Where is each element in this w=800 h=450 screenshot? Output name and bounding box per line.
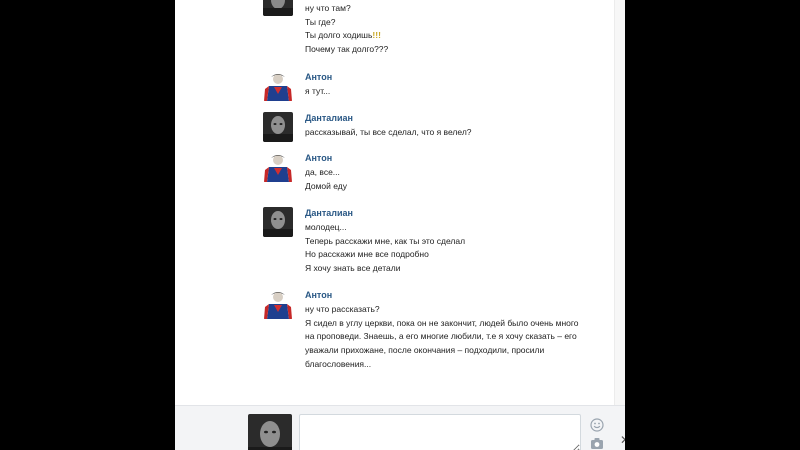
message-line: Ты долго ходишь!!! (305, 29, 603, 43)
dialog-window: ну что там? Ты где? Ты долго ходишь!!! П… (175, 0, 625, 450)
message-author[interactable]: Антон (305, 289, 603, 301)
message-group: Антон да, все... Домой еду (263, 152, 603, 193)
message-line: да, все... (305, 167, 340, 177)
message-group: Антон я тут... (263, 71, 603, 99)
exclamation-text: !!! (372, 30, 381, 41)
smile-icon[interactable] (590, 418, 604, 432)
current-user-avatar[interactable] (248, 414, 292, 450)
camera-icon[interactable] (590, 437, 604, 450)
close-icon[interactable]: ✕ (620, 433, 625, 447)
message-composer (175, 405, 625, 450)
message-line: ну что там? (305, 3, 351, 13)
message-author[interactable]: Антон (305, 152, 603, 164)
message-line: уважали прихожане, после окончания – под… (305, 345, 545, 356)
message-group: Данталиан рассказывай, ты все сделал, чт… (263, 112, 603, 140)
message-line: ну что рассказать? (305, 304, 380, 314)
message-input[interactable] (299, 414, 581, 450)
message-line: Почему так долго??? (305, 44, 389, 55)
message-line: Но расскажи мне все подробно (305, 249, 429, 260)
message-group: Антон ну что рассказать? Я сидел в углу … (263, 289, 603, 372)
message-line: рассказывай, ты все сделал, что я велел? (305, 127, 472, 137)
message-author[interactable]: Данталиан (305, 112, 603, 124)
message-group-partial: ну что там? Ты где? Ты долго ходишь!!! П… (263, 2, 603, 57)
scrollbar[interactable] (614, 0, 625, 405)
message-line: Я сидел в углу церкви, пока он не законч… (305, 317, 579, 328)
message-author[interactable]: Антон (305, 71, 603, 83)
message-author[interactable]: Данталиан (305, 207, 603, 219)
message-line: молодец... (305, 222, 347, 232)
message-history: ну что там? Ты где? Ты долго ходишь!!! П… (175, 0, 625, 405)
message-text: Ты долго ходишь (305, 30, 373, 41)
message-group: Данталиан молодец... Теперь расскажи мне… (263, 207, 603, 276)
message-line: на проповеди. Знаешь, а его многие любил… (305, 331, 577, 342)
message-line: Теперь расскажи мне, как ты это сделал (305, 235, 466, 246)
message-line: Домой еду (305, 180, 348, 191)
message-line: Ты где? (305, 16, 336, 27)
message-line: благословения... (305, 358, 372, 369)
message-line: я тут... (305, 86, 331, 96)
message-line: Я хочу знать все детали (305, 263, 401, 274)
